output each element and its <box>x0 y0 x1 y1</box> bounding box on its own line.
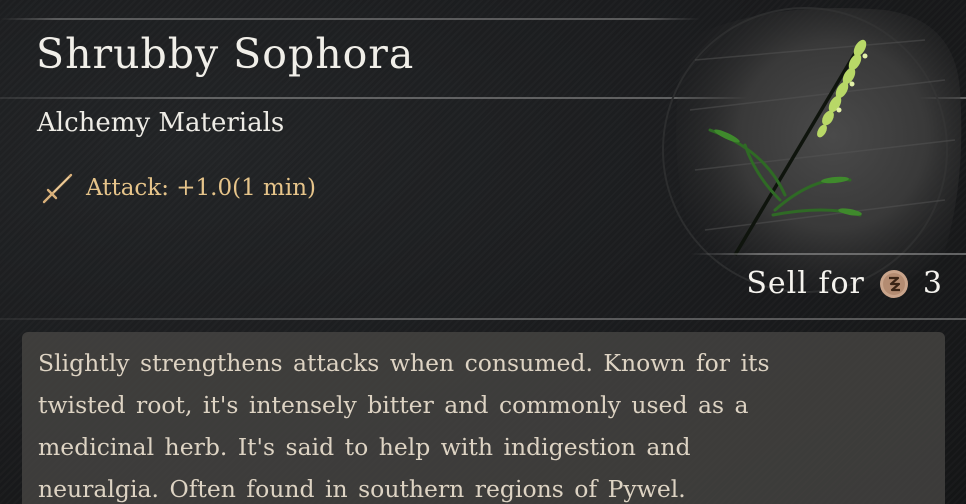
description-line: twisted root, it's intensely bitter and … <box>38 391 749 419</box>
top-divider <box>0 18 700 20</box>
item-name: Shrubby Sophora <box>36 30 415 78</box>
description-line: Slightly strengthens attacks when consum… <box>38 349 770 377</box>
item-category: Alchemy Materials <box>37 108 285 138</box>
description-box: Slightly strengthens attacks when consum… <box>22 332 945 504</box>
coin-icon <box>879 269 908 298</box>
sell-price: 3 <box>922 266 942 301</box>
description-line: medicinal herb. It's said to help with i… <box>38 433 691 461</box>
sell-price-row: Sell for 3 <box>746 266 942 301</box>
stat-effect-text: Attack: +1.0(1 min) <box>86 175 316 201</box>
sell-label: Sell for <box>746 266 865 301</box>
description-line: neuralgia. Often found in southern regio… <box>38 475 686 503</box>
stat-row: Attack: +1.0(1 min) <box>40 170 316 206</box>
sword-icon <box>42 173 73 204</box>
description-divider <box>0 318 966 320</box>
sell-divider <box>690 253 966 255</box>
item-tooltip-panel: Shrubby Sophora Alchemy Materials Attack… <box>0 0 966 504</box>
